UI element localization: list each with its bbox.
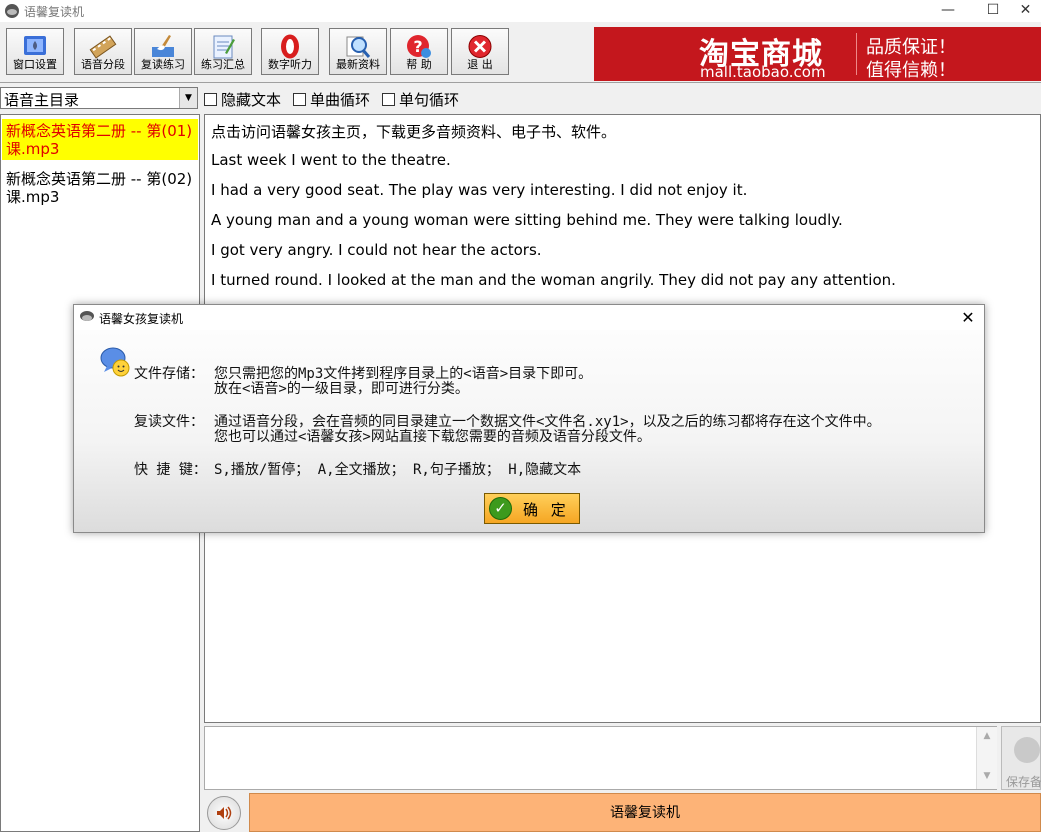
digit-listening-button[interactable]: 数字听力 [261,28,319,75]
toolbar-button-label: 数字听力 [268,58,312,71]
app-icon [5,4,19,18]
speaker-button[interactable] [207,796,241,830]
list-item[interactable]: 新概念英语第二册 -- 第(02)课.mp3 [2,167,198,208]
dialog-app-icon [80,311,94,321]
ok-button[interactable]: ✓ 确 定 [484,493,580,524]
repeat-file-label: 复读文件： [134,414,204,430]
taobao-banner-ad[interactable]: 淘宝商城 mall.taobao.com 品质保证！ 值得信赖！ [594,27,1041,81]
check-icon: ✓ [489,497,512,520]
checkbox-label: 隐藏文本 [221,91,282,109]
storage-label: 文件存储： [134,366,204,382]
banner-url: mall.taobao.com [700,63,826,81]
text-line[interactable]: A young man and a young woman were sitti… [211,211,843,229]
save-button-label: 保存备 [1006,775,1041,789]
storage-text: 放在<语音>的一级目录，即可进行分类。 [214,381,469,397]
title-bar: 语馨复读机 — ☐ ✕ [0,0,1041,22]
status-bar[interactable]: 语馨复读机 [249,793,1041,832]
toolbar-button-label: 帮 助 [406,58,432,71]
banner-slogan: 值得信赖！ [866,60,956,81]
repeat-practice-button[interactable]: 复读练习 [134,28,192,75]
practice-summary-button[interactable]: 练习汇总 [194,28,252,75]
dialog-close-button[interactable]: ✕ [954,307,982,329]
checkbox-box[interactable] [293,93,306,106]
ok-button-label: 确 定 [523,501,570,519]
save-icon [1014,737,1040,763]
banner-divider [856,33,857,75]
shortcut-text: S,播放/暂停； A,全文播放； R,句子播放； H,隐藏文本 [214,462,582,478]
checkbox-box[interactable] [382,93,395,106]
single-track-loop-checkbox[interactable]: 单曲循环 [293,89,370,110]
latest-materials-button[interactable]: 最新资料 [329,28,387,75]
text-line[interactable]: Last week I went to the theatre. [211,151,451,169]
note-scrollbar[interactable]: ▲ ▼ [976,727,997,789]
hide-text-checkbox[interactable]: 隐藏文本 [204,89,281,110]
window-settings-button[interactable]: 窗口设置 [6,28,64,75]
checkbox-label: 单句循环 [399,91,460,109]
checkbox-label: 单曲循环 [310,91,371,109]
toolbar-button-label: 窗口设置 [13,58,57,71]
scroll-up-icon[interactable]: ▲ [977,731,997,741]
chat-bubble-icon [100,347,130,377]
note-input[interactable] [204,726,997,790]
dialog-title-bar: 语馨女孩复读机 ✕ [74,305,984,330]
text-line[interactable]: 点击访问语馨女孩主页，下载更多音频资料、电子书、软件。 [211,121,616,142]
directory-select-value: 语音主目录 [4,91,80,109]
window-title: 语馨复读机 [24,5,85,19]
toolbar-button-label: 退 出 [467,58,493,71]
chevron-down-icon[interactable]: ▼ [179,88,197,108]
close-button[interactable]: ✕ [1010,0,1041,22]
dialog-title: 语馨女孩复读机 [99,312,184,326]
scroll-down-icon[interactable]: ▼ [977,771,997,781]
toolbar-button-label: 复读练习 [141,58,185,71]
minimize-button[interactable]: — [925,0,971,22]
save-button[interactable]: 保存备 [1001,726,1041,790]
single-sentence-loop-checkbox[interactable]: 单句循环 [382,89,459,110]
list-item[interactable]: 新概念英语第二册 -- 第(01)课.mp3 [2,119,198,160]
speaker-icon [217,806,232,820]
exit-button[interactable]: 退 出 [451,28,509,75]
text-line[interactable]: I turned round. I looked at the man and … [211,271,896,289]
text-line[interactable]: I got very angry. I could not hear the a… [211,241,542,259]
help-button[interactable]: ? 帮 助 [390,28,448,75]
toolbar-button-label: 语音分段 [81,58,125,71]
checkbox-box[interactable] [204,93,217,106]
segment-audio-button[interactable]: 语音分段 [74,28,132,75]
info-dialog: 语馨女孩复读机 ✕ 文件存储： 您只需把您的Mp3文件拷到程序目录上的<语音>目… [73,304,985,533]
toolbar-button-label: 最新资料 [336,58,380,71]
toolbar-button-label: 练习汇总 [201,58,245,71]
text-line[interactable]: I had a very good seat. The play was ver… [211,181,747,199]
repeat-file-text: 您也可以通过<语馨女孩>网站直接下载您需要的音频及语音分段文件。 [214,429,651,445]
directory-select[interactable]: 语音主目录 ▼ [0,87,198,109]
shortcut-label: 快 捷 键： [134,462,207,478]
